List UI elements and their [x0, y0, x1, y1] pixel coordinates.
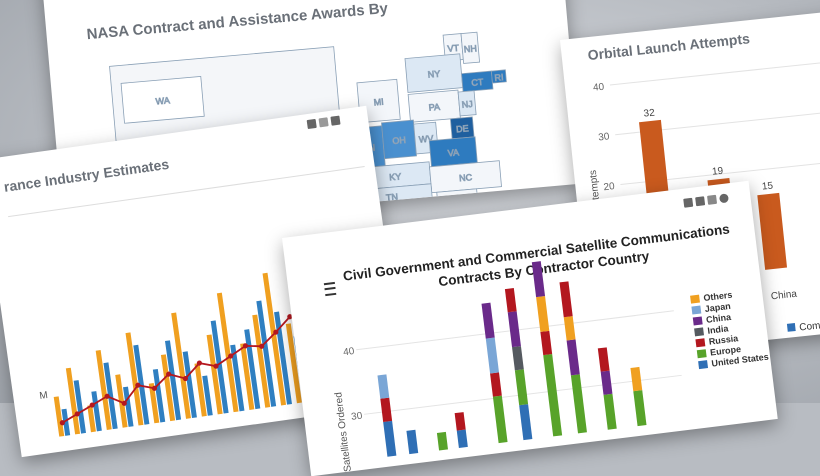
stacked-segment: [406, 429, 419, 455]
stacked-segment: [536, 295, 550, 332]
stacked-segment: [566, 339, 580, 376]
state-label: VT: [447, 43, 460, 54]
state-label: NJ: [461, 99, 473, 110]
stacked-segment: [563, 316, 576, 341]
launch-bar: [757, 192, 788, 270]
state-label: NH: [463, 43, 477, 54]
state-label: VA: [447, 147, 459, 158]
stacked-segment: [531, 261, 546, 298]
y-tick-label: 20: [603, 181, 616, 193]
stacked-segment: [514, 369, 529, 406]
stacked-segment: [481, 302, 495, 339]
state-nh: NH: [460, 31, 481, 64]
data-label: 15: [761, 181, 774, 193]
legend-swatch: [690, 294, 700, 304]
state-wa: WA: [120, 75, 205, 124]
state-pa: PA: [407, 89, 461, 123]
stacked-segment: [377, 374, 390, 399]
legend-swatch: [696, 349, 707, 359]
stacked-segment: [436, 431, 448, 451]
stacked-segment: [504, 288, 517, 313]
legend-swatch: [698, 360, 709, 370]
title-divider: [8, 166, 365, 218]
stacked-segment: [630, 366, 643, 392]
stacked-segment: [633, 390, 647, 427]
legend-label: Commer: [799, 319, 820, 334]
state-nc: NC: [429, 160, 502, 194]
legend-swatch: [691, 305, 702, 315]
y-tick-label: 40: [343, 346, 356, 358]
y-axis-label: M: [39, 390, 49, 402]
stacked-segment: [490, 372, 502, 397]
legend-swatch: [694, 327, 705, 337]
state-ct: CT: [461, 70, 494, 93]
state-label: KY: [389, 171, 402, 182]
stacked-segment: [512, 346, 524, 371]
stacked-segment: [570, 374, 587, 434]
state-ny: NY: [404, 53, 464, 93]
y-tick-label: 30: [351, 411, 364, 423]
state-label: MI: [373, 97, 384, 108]
stacked-segment: [454, 412, 466, 431]
state-oh: OH: [381, 119, 417, 160]
state-label: DE: [456, 123, 469, 134]
stacked-segment: [597, 347, 610, 372]
x-tick-label: China: [770, 289, 798, 303]
state-nj: NJ: [457, 90, 477, 117]
state-label: PA: [428, 102, 440, 113]
stacked-segment: [559, 281, 573, 318]
legend-swatch: [695, 338, 706, 348]
stacked-segment: [383, 420, 397, 457]
legend-swatch: [692, 316, 703, 326]
state-label: OH: [392, 135, 406, 146]
stacked-segment: [600, 370, 613, 395]
state-va: VA: [428, 136, 478, 168]
stacked-segment: [543, 354, 563, 437]
gridline: [609, 59, 820, 86]
state-de: DE: [449, 116, 475, 140]
stacked-segment: [603, 393, 617, 430]
stacked-segment: [519, 404, 533, 441]
state-label: WA: [155, 95, 170, 106]
state-ri: RI: [490, 69, 507, 84]
state-label: RI: [494, 72, 504, 83]
y-tick-label: 30: [598, 131, 611, 143]
data-label: 19: [712, 166, 725, 178]
legend-swatch: [786, 322, 796, 332]
stacked-segment: [456, 429, 468, 449]
state-label: NY: [427, 69, 440, 80]
state-label: CT: [471, 77, 484, 88]
y-tick-label: 40: [593, 82, 606, 94]
state-label: NC: [459, 172, 473, 183]
stacked-segment: [485, 337, 499, 374]
y-axis-label: Satellites Ordered: [333, 392, 354, 473]
stacked-segment: [540, 330, 553, 356]
stacked-segment: [380, 397, 393, 422]
data-label: 32: [643, 107, 656, 119]
stacked-segment: [507, 311, 521, 348]
